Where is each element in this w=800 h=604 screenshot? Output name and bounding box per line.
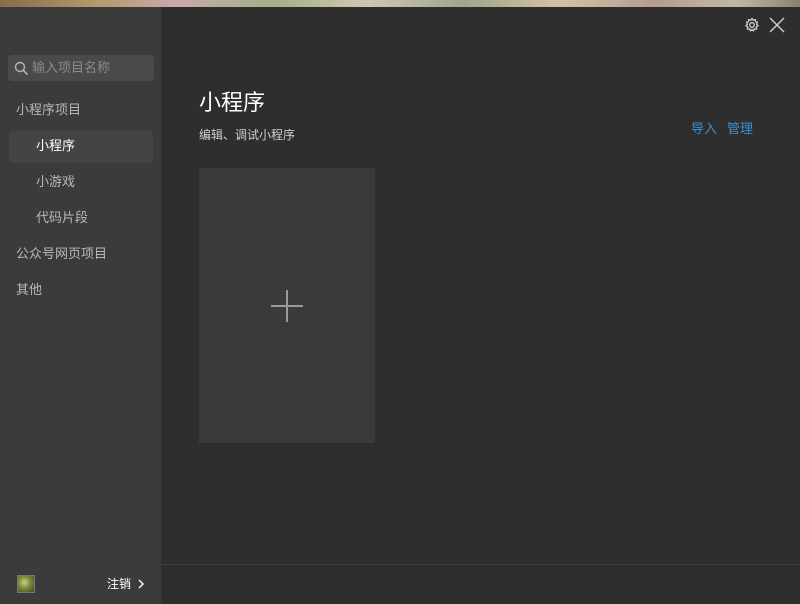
- close-icon[interactable]: [768, 16, 786, 34]
- manage-link[interactable]: 管理: [727, 118, 753, 137]
- sidebar: 小程序项目 小程序 小游戏 代码片段 公众号网页项目 其他 注销: [0, 7, 161, 604]
- sidebar-item-code-snippets[interactable]: 代码片段: [9, 203, 153, 235]
- search-icon: [14, 61, 28, 75]
- sidebar-item-label: 小程序: [36, 139, 76, 154]
- create-project-card[interactable]: [199, 168, 375, 443]
- project-manager-window: 小程序项目 小程序 小游戏 代码片段 公众号网页项目 其他 注销: [0, 0, 800, 604]
- sidebar-item-label: 其他: [16, 283, 43, 298]
- bottom-bar: [161, 564, 800, 604]
- sidebar-item-official-account-web[interactable]: 公众号网页项目: [16, 239, 154, 271]
- sidebar-footer: 注销: [0, 564, 161, 604]
- plus-icon: [271, 290, 303, 322]
- sidebar-item-other[interactable]: 其他: [16, 275, 154, 307]
- sidebar-item-label: 代码片段: [36, 211, 89, 226]
- sidebar-item-label: 小程序项目: [16, 103, 82, 118]
- chevron-right-icon: [138, 579, 144, 588]
- sidebar-item-label: 公众号网页项目: [16, 247, 108, 262]
- search-input[interactable]: [32, 55, 150, 81]
- header-actions: 导入 管理: [691, 118, 753, 137]
- sidebar-item-minigame[interactable]: 小游戏: [9, 167, 153, 199]
- window-controls: [710, 7, 800, 43]
- desktop-wallpaper-strip: [0, 0, 800, 7]
- sidebar-item-miniprogram[interactable]: 小程序: [9, 131, 153, 163]
- logout-label: 注销: [106, 577, 131, 591]
- page-title: 小程序: [199, 91, 266, 116]
- logout-button[interactable]: 注销: [107, 575, 145, 592]
- page-subtitle: 编辑、调试小程序: [199, 128, 296, 142]
- avatar[interactable]: [17, 575, 35, 593]
- gear-icon[interactable]: [744, 17, 760, 33]
- main-panel: 小程序 编辑、调试小程序 导入 管理: [161, 7, 800, 604]
- import-link[interactable]: 导入: [691, 118, 717, 137]
- sidebar-item-miniprogram-projects[interactable]: 小程序项目: [16, 95, 154, 127]
- search-box[interactable]: [8, 55, 154, 81]
- sidebar-item-label: 小游戏: [36, 175, 76, 190]
